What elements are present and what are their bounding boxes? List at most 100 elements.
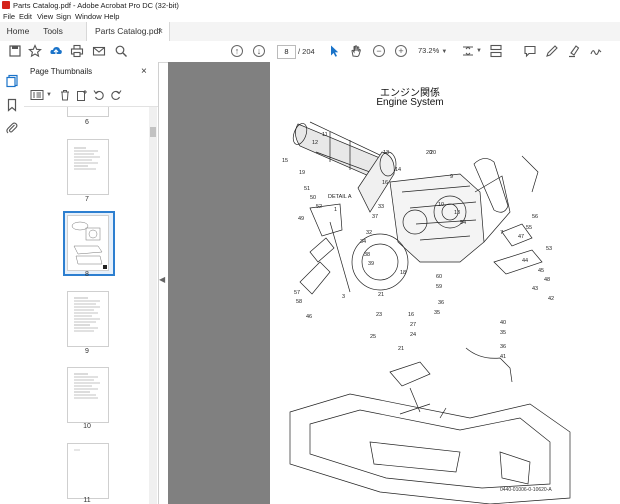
thumbnail-page[interactable] xyxy=(67,367,109,423)
hand-tool-icon[interactable] xyxy=(349,44,363,58)
callout: 49 xyxy=(298,216,305,222)
tab-document[interactable]: Parts Catalog.pdf × xyxy=(86,22,170,42)
previous-page-icon[interactable]: ↑ xyxy=(231,45,243,57)
callout: 40 xyxy=(500,320,507,326)
zoom-value: 73.2% xyxy=(418,46,440,55)
thumbnail-options-dropdown-icon[interactable]: ▼ xyxy=(46,92,52,98)
save-icon[interactable] xyxy=(8,44,22,58)
tab-document-label: Parts Catalog.pdf xyxy=(95,26,161,36)
thumbnail-page[interactable] xyxy=(67,139,109,195)
search-icon[interactable] xyxy=(114,44,128,58)
acrobat-logo-icon xyxy=(2,1,10,9)
callout: 52 xyxy=(316,204,323,210)
callout: 47 xyxy=(518,234,525,240)
thumbnail-page-number: 8 xyxy=(85,271,89,278)
page-number-input[interactable]: 8 xyxy=(277,45,296,59)
callout: 57 xyxy=(294,290,301,296)
thumbnail-page[interactable] xyxy=(67,291,109,347)
navigation-rail xyxy=(0,62,25,504)
menu-window[interactable]: Window xyxy=(75,11,102,22)
tab-home[interactable]: Home xyxy=(0,22,36,41)
callout: 39 xyxy=(368,261,375,267)
callout: 50 xyxy=(310,195,317,201)
callout: 33 xyxy=(378,204,385,210)
callout: 35 xyxy=(500,330,507,336)
bookmarks-icon[interactable] xyxy=(5,98,19,112)
sign-icon[interactable] xyxy=(589,44,603,58)
collapse-panel-icon[interactable]: ◀ xyxy=(159,275,165,284)
callout: 37 xyxy=(372,214,379,220)
select-cursor-icon[interactable] xyxy=(327,44,341,58)
upload-cloud-icon[interactable] xyxy=(49,44,63,58)
callout: 46 xyxy=(306,314,313,320)
pdf-page[interactable]: エンジン関係 Engine System DETAIL A 12 11 13 1… xyxy=(270,62,620,504)
zoom-out-icon[interactable]: − xyxy=(373,45,385,57)
callout: 32 xyxy=(366,230,373,236)
callout: 3 xyxy=(342,294,346,300)
page-count: / 204 xyxy=(298,47,315,56)
email-icon[interactable] xyxy=(92,44,106,58)
thumbnails-toolbar: ▼ xyxy=(24,84,158,107)
tab-tools[interactable]: Tools xyxy=(38,22,68,41)
fit-page-dropdown-icon[interactable]: ▼ xyxy=(476,48,482,54)
engine-system-drawing: DETAIL A xyxy=(289,121,571,504)
zoom-level[interactable]: 73.2% ▼ xyxy=(418,45,448,57)
delete-page-icon[interactable] xyxy=(59,89,71,101)
fit-page-icon[interactable] xyxy=(461,44,475,58)
close-panel-icon[interactable]: × xyxy=(141,66,147,77)
page-text-preview xyxy=(74,297,100,332)
callout: 38 xyxy=(364,252,371,258)
page-drawing-preview xyxy=(71,221,103,265)
callout: 18 xyxy=(400,270,407,276)
callout: 43 xyxy=(532,286,539,292)
callout: 24 xyxy=(410,332,417,338)
pen-icon[interactable] xyxy=(545,44,559,58)
thumbnail-page-number: 11 xyxy=(83,497,91,504)
callout: 59 xyxy=(436,284,443,290)
menu-edit[interactable]: Edit xyxy=(19,11,32,22)
zoom-dropdown-icon[interactable]: ▼ xyxy=(441,49,447,55)
callout: 58 xyxy=(296,299,303,305)
highlight-icon[interactable] xyxy=(567,44,581,58)
thumbnail-options-icon[interactable] xyxy=(30,89,44,101)
rotate-counterclockwise-icon[interactable] xyxy=(93,89,105,101)
insert-page-icon[interactable] xyxy=(76,89,88,101)
menu-sign[interactable]: Sign xyxy=(56,11,71,22)
print-icon[interactable] xyxy=(70,44,84,58)
callout: 56 xyxy=(532,214,539,220)
zoom-in-icon[interactable]: + xyxy=(395,45,407,57)
callout: 23 xyxy=(376,312,383,318)
thumbnail-page-selected[interactable] xyxy=(67,215,109,271)
scrolling-mode-icon[interactable] xyxy=(489,44,503,58)
thumbnails-scrollbar-thumb[interactable] xyxy=(150,127,156,137)
heading-english: Engine System xyxy=(376,97,444,108)
menu-view[interactable]: View xyxy=(37,11,53,22)
tab-bar: Home Tools Parts Catalog.pdf × xyxy=(0,22,620,42)
rotate-clockwise-icon[interactable] xyxy=(110,89,122,101)
callout: 14 xyxy=(395,167,402,173)
thumbnail-page[interactable] xyxy=(67,107,109,117)
callout: 9 xyxy=(450,174,454,180)
callout: 35 xyxy=(434,310,441,316)
star-icon[interactable] xyxy=(28,44,42,58)
next-page-icon[interactable]: ↓ xyxy=(253,45,265,57)
comment-icon[interactable] xyxy=(523,44,537,58)
attachments-icon[interactable] xyxy=(5,121,19,135)
menu-file[interactable]: File xyxy=(3,11,15,22)
thumbnail-page[interactable] xyxy=(67,443,109,499)
page-thumbnails-icon[interactable] xyxy=(5,74,19,88)
callout: 44 xyxy=(522,258,529,264)
callout: 19 xyxy=(299,170,306,176)
page-text-preview xyxy=(74,147,100,170)
callout: 53 xyxy=(546,246,553,252)
callout: 1 xyxy=(334,207,338,213)
callout: 21 xyxy=(378,292,385,298)
page-text-preview xyxy=(74,449,80,451)
callout: 11 xyxy=(322,132,328,138)
thumbnails-scrollbar[interactable] xyxy=(149,107,157,504)
callout: 45 xyxy=(538,268,545,274)
thumbnail-page-number: 9 xyxy=(85,348,89,355)
tab-close-icon[interactable]: × xyxy=(158,22,163,41)
menu-help[interactable]: Help xyxy=(104,11,119,22)
callout: 36 xyxy=(500,344,507,350)
